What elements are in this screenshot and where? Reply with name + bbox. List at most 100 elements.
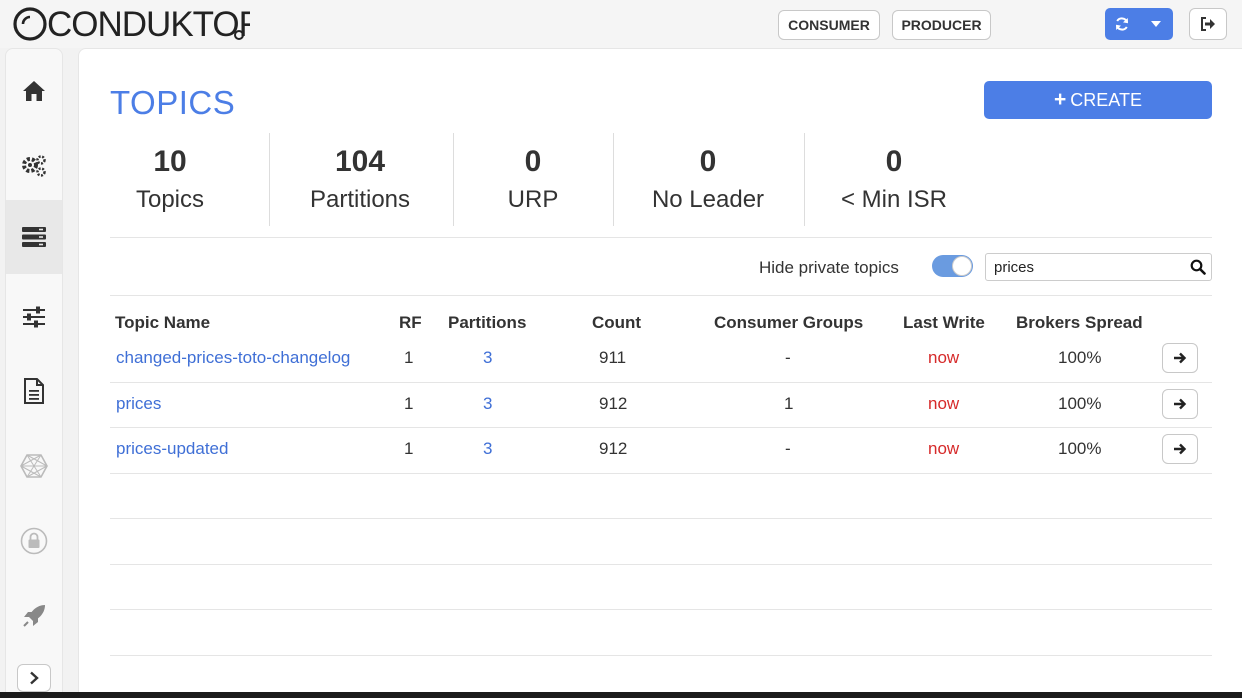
conduktor-logo[interactable]: CONDUKTOR	[10, 4, 250, 42]
row-divider	[110, 518, 1212, 519]
open-topic-button[interactable]	[1162, 343, 1198, 373]
row-divider	[110, 609, 1212, 610]
globe-network-icon	[20, 454, 48, 478]
refresh-button-group	[1105, 8, 1173, 40]
stat-min-isr: 0 < Min ISR	[824, 133, 964, 226]
stat-divider	[804, 133, 805, 226]
open-topic-button[interactable]	[1162, 389, 1198, 419]
search-icon[interactable]	[1190, 259, 1206, 275]
refresh-icon	[1116, 17, 1128, 31]
last-write-value: now	[928, 439, 960, 458]
col-consumer-groups[interactable]: Consumer Groups	[714, 313, 863, 333]
brokers-spread-value: 100%	[1058, 348, 1102, 367]
stat-label: Partitions	[309, 186, 411, 213]
col-brokers-spread[interactable]: Brokers Spread	[1016, 313, 1143, 333]
hide-private-toggle[interactable]	[932, 255, 973, 277]
topic-name-link[interactable]: prices-updated	[116, 439, 228, 459]
sign-out-icon	[1201, 17, 1215, 31]
col-last-write[interactable]: Last Write	[903, 313, 985, 333]
toggle-knob	[952, 256, 972, 276]
last-write-value: now	[928, 348, 960, 367]
sidebar-item-home[interactable]	[6, 54, 62, 128]
arrow-right-icon	[1174, 443, 1187, 455]
row-divider	[110, 655, 1212, 656]
sidebar-item-schema[interactable]	[6, 354, 62, 428]
partitions-link[interactable]: 3	[483, 394, 492, 414]
stat-value: 0	[699, 145, 717, 178]
row-divider	[110, 427, 1212, 428]
stat-divider	[453, 133, 454, 226]
stat-value: 104	[334, 145, 386, 178]
topic-name-link[interactable]: prices	[116, 394, 161, 414]
arrow-right-icon	[1174, 352, 1187, 364]
topics-panel: TOPICS + CREATE 10 Topics 104 Partitions…	[78, 48, 1242, 694]
create-button-label: CREATE	[1070, 89, 1142, 110]
partitions-link[interactable]: 3	[483, 348, 492, 368]
stat-divider	[269, 133, 270, 226]
col-partitions[interactable]: Partitions	[448, 313, 526, 333]
consumer-button[interactable]: CONSUMER	[778, 10, 880, 40]
bottom-bar	[0, 692, 1242, 698]
logo-text: CONDUKTOR	[47, 5, 250, 42]
plus-icon: +	[1054, 88, 1067, 111]
page-title: TOPICS	[110, 84, 236, 121]
stat-partitions: 104 Partitions	[300, 133, 420, 226]
refresh-dropdown-button[interactable]	[1139, 8, 1173, 40]
partitions-link[interactable]: 3	[483, 439, 492, 459]
sidebar-collapse-button[interactable]	[17, 664, 51, 692]
hide-private-label: Hide private topics	[759, 258, 899, 277]
stat-value: 0	[885, 145, 903, 178]
sidebar-item-settings[interactable]	[6, 129, 62, 203]
divider	[110, 295, 1212, 296]
producer-button-label: PRODUCER	[901, 17, 982, 33]
count-value: 912	[599, 439, 628, 458]
last-write-value: now	[928, 394, 960, 413]
stat-urp: 0 URP	[473, 133, 593, 226]
stat-label: No Leader	[651, 186, 765, 213]
row-divider	[110, 473, 1212, 474]
consumer-groups-value: -	[785, 439, 791, 458]
sidebar-item-configuration[interactable]	[6, 280, 62, 354]
home-icon	[23, 81, 45, 101]
rf-value: 1	[404, 439, 414, 458]
sidebar-item-security[interactable]	[6, 504, 62, 578]
create-topic-button[interactable]: + CREATE	[984, 81, 1212, 119]
sidebar-item-topics[interactable]	[6, 200, 62, 274]
lock-icon	[20, 527, 48, 555]
count-value: 911	[599, 348, 627, 367]
stat-topics: 10 Topics	[110, 133, 230, 226]
topic-name-link[interactable]: changed-prices-toto-changelog	[116, 348, 350, 368]
col-topic-name[interactable]: Topic Name	[115, 313, 210, 333]
brokers-spread-value: 100%	[1058, 439, 1102, 458]
topic-search	[985, 253, 1212, 281]
logout-button[interactable]	[1189, 8, 1227, 40]
refresh-button[interactable]	[1105, 8, 1139, 40]
consumer-groups-value: -	[785, 348, 791, 367]
row-divider	[110, 564, 1212, 565]
divider	[110, 237, 1212, 238]
arrow-right-icon	[1174, 398, 1187, 410]
top-header: CONDUKTOR CONSUMER PRODUCER	[0, 0, 1242, 48]
server-icon	[22, 227, 46, 247]
stat-label: < Min ISR	[840, 186, 948, 213]
gears-icon	[22, 155, 46, 177]
chevron-right-icon	[30, 671, 39, 685]
rf-value: 1	[404, 394, 414, 413]
caret-down-icon	[1151, 21, 1161, 27]
col-count[interactable]: Count	[592, 313, 641, 333]
col-rf[interactable]: RF	[399, 313, 422, 333]
brokers-spread-value: 100%	[1058, 394, 1102, 413]
stat-label: URP	[507, 186, 559, 213]
sidebar-item-deploy[interactable]	[6, 579, 62, 653]
stat-divider	[613, 133, 614, 226]
search-input[interactable]	[994, 256, 1184, 278]
stat-no-leader: 0 No Leader	[628, 133, 788, 226]
sidebar	[5, 48, 63, 698]
stat-label: Topics	[135, 186, 205, 213]
row-divider	[110, 382, 1212, 383]
document-icon	[24, 378, 44, 404]
open-topic-button[interactable]	[1162, 434, 1198, 464]
stat-value: 10	[153, 145, 187, 178]
sidebar-item-network[interactable]	[6, 429, 62, 503]
producer-button[interactable]: PRODUCER	[892, 10, 991, 40]
